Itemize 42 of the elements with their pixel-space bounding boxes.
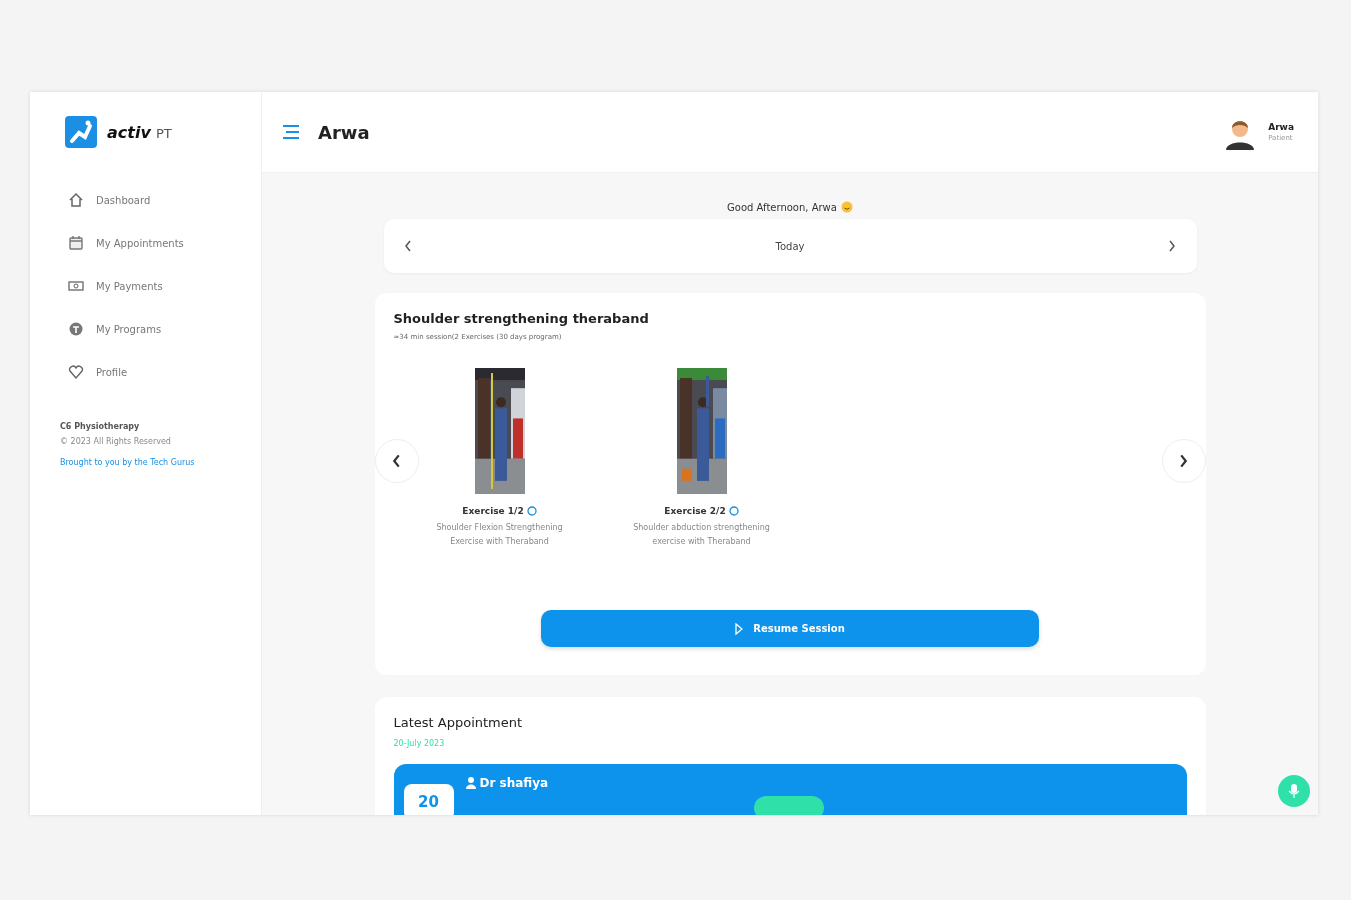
program-title: Shoulder strengthening theraband (393, 311, 650, 326)
date-label: Today (775, 240, 805, 252)
exercise-label: Exercise 2/2 (664, 506, 726, 516)
appointment-banner[interactable]: 20 Dr shafiya (393, 764, 1187, 815)
sidebar-item[interactable]: Profile (68, 362, 261, 382)
sidebar-item[interactable]: My Programs (68, 319, 261, 339)
appointment-date: 20-July 2023 (393, 739, 446, 748)
info-icon[interactable] (728, 506, 739, 516)
day-badge: 20 (403, 784, 454, 815)
card-icon (68, 278, 84, 294)
greeting-text: Good Afternoon, Arwa (727, 201, 837, 213)
heart-icon (68, 364, 84, 380)
chevron-left-icon (392, 454, 401, 468)
page-title: Arwa (318, 121, 370, 143)
doctor-name: Dr shafiya (479, 776, 549, 790)
sidebar-item[interactable]: My Payments (68, 276, 261, 296)
status-badge (753, 796, 824, 815)
circle-icon (68, 321, 84, 337)
exercise-label: Exercise 1/2 (462, 506, 524, 516)
sidebar-item[interactable]: Dashboard (68, 190, 261, 210)
sidebar-item[interactable]: My Appointments (68, 233, 261, 253)
calendar-icon (68, 235, 84, 251)
copyright-text: © 2023 All Rights Reserved (60, 437, 172, 446)
brand-name: activ PT (107, 122, 172, 142)
info-icon[interactable] (526, 506, 537, 516)
exercise-description: Shoulder abduction strengthening exercise with Theraband (632, 522, 771, 548)
previous-icon[interactable] (403, 240, 412, 252)
credit-link[interactable]: Brought to you by the Tech Gurus (60, 458, 261, 467)
home-icon (68, 192, 84, 208)
person-icon (465, 777, 476, 789)
company-name: C6 Physiotherapy (60, 422, 141, 431)
menu-icon[interactable] (282, 125, 300, 139)
exercise-description: Shoulder Flexion Strengthening Exercise with Theraband (435, 522, 564, 548)
logo-icon (65, 116, 97, 148)
chevron-right-icon (1179, 454, 1188, 468)
play-icon (735, 622, 744, 635)
microphone-icon (1288, 783, 1300, 799)
next-icon[interactable] (1168, 240, 1177, 252)
appointment-title: Latest Appointment (393, 715, 524, 730)
user-name: Arwa (1268, 122, 1294, 132)
smile-icon (840, 201, 853, 213)
resume-button[interactable]: Resume Session (541, 610, 1039, 647)
